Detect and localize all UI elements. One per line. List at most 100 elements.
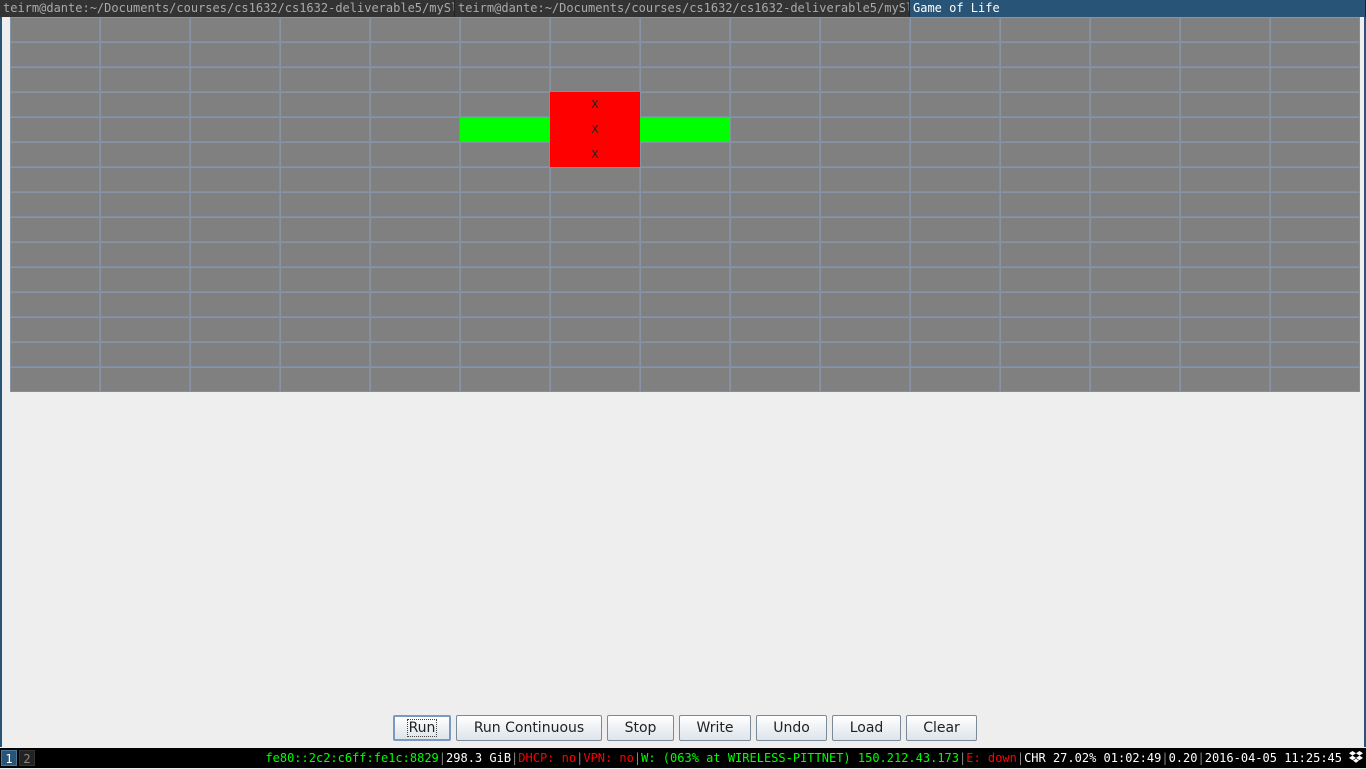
grid-cell[interactable]	[280, 192, 370, 217]
grid-cell[interactable]	[370, 367, 460, 392]
grid-cell[interactable]	[1000, 117, 1090, 142]
grid-cell[interactable]	[640, 142, 730, 167]
grid-cell[interactable]	[730, 42, 820, 67]
grid-cell[interactable]	[370, 167, 460, 192]
grid-cell[interactable]	[460, 367, 550, 392]
grid-cell[interactable]	[730, 142, 820, 167]
grid-cell[interactable]	[1180, 92, 1270, 117]
grid-cell[interactable]	[550, 217, 640, 242]
grid-cell[interactable]	[1090, 267, 1180, 292]
grid-cell[interactable]	[1000, 67, 1090, 92]
grid-cell[interactable]	[280, 117, 370, 142]
grid-cell[interactable]	[820, 342, 910, 367]
grid-cell[interactable]	[1180, 217, 1270, 242]
grid-cell[interactable]	[370, 42, 460, 67]
grid-cell[interactable]	[1270, 17, 1360, 42]
grid-cell[interactable]	[190, 17, 280, 42]
grid-cell[interactable]	[10, 267, 100, 292]
grid-cell[interactable]	[1180, 242, 1270, 267]
grid-cell[interactable]	[460, 42, 550, 67]
grid-cell[interactable]	[910, 267, 1000, 292]
grid-cell[interactable]	[1270, 192, 1360, 217]
grid-cell[interactable]	[640, 292, 730, 317]
grid-cell[interactable]	[550, 267, 640, 292]
grid-cell[interactable]	[10, 117, 100, 142]
grid-cell[interactable]	[1270, 117, 1360, 142]
grid-cell[interactable]	[1180, 42, 1270, 67]
grid-cell[interactable]	[1180, 192, 1270, 217]
grid-cell[interactable]	[460, 192, 550, 217]
grid-cell[interactable]	[460, 342, 550, 367]
grid-cell[interactable]	[280, 342, 370, 367]
grid-cell[interactable]	[910, 192, 1000, 217]
grid-cell[interactable]	[460, 267, 550, 292]
grid-cell[interactable]	[1270, 367, 1360, 392]
grid-cell[interactable]	[190, 117, 280, 142]
grid-cell[interactable]	[190, 342, 280, 367]
grid-cell[interactable]	[280, 42, 370, 67]
grid-cell[interactable]	[640, 117, 730, 142]
grid-cell[interactable]: X	[550, 117, 640, 142]
grid-cell[interactable]: X	[550, 92, 640, 117]
workspace-1-button[interactable]: 1	[1, 750, 17, 766]
grid-cell[interactable]	[730, 367, 820, 392]
grid-cell[interactable]	[640, 317, 730, 342]
grid-cell[interactable]	[460, 167, 550, 192]
grid-cell[interactable]	[100, 92, 190, 117]
grid-cell[interactable]	[550, 367, 640, 392]
grid-cell[interactable]	[1090, 292, 1180, 317]
grid-cell[interactable]	[280, 217, 370, 242]
grid-cell[interactable]	[190, 42, 280, 67]
grid-cell[interactable]	[910, 17, 1000, 42]
grid-cell[interactable]	[1180, 67, 1270, 92]
write-button[interactable]: Write	[679, 715, 751, 741]
grid-cell[interactable]: X	[550, 142, 640, 167]
grid-cell[interactable]	[190, 67, 280, 92]
grid-cell[interactable]	[1180, 167, 1270, 192]
grid-cell[interactable]	[1090, 367, 1180, 392]
grid-cell[interactable]	[1270, 167, 1360, 192]
grid-cell[interactable]	[1090, 242, 1180, 267]
grid-cell[interactable]	[820, 142, 910, 167]
grid-cell[interactable]	[370, 317, 460, 342]
grid-cell[interactable]	[910, 217, 1000, 242]
undo-button[interactable]: Undo	[756, 715, 827, 741]
grid-cell[interactable]	[280, 292, 370, 317]
grid-cell[interactable]	[10, 192, 100, 217]
grid-cell[interactable]	[820, 192, 910, 217]
dropbox-icon[interactable]	[1348, 750, 1364, 766]
grid-cell[interactable]	[1090, 167, 1180, 192]
grid-cell[interactable]	[190, 317, 280, 342]
grid-cell[interactable]	[1000, 317, 1090, 342]
grid-cell[interactable]	[190, 92, 280, 117]
grid-cell[interactable]	[1000, 217, 1090, 242]
grid-cell[interactable]	[10, 217, 100, 242]
grid-cell[interactable]	[10, 42, 100, 67]
grid-cell[interactable]	[370, 67, 460, 92]
grid-cell[interactable]	[10, 317, 100, 342]
grid-cell[interactable]	[1180, 317, 1270, 342]
grid-cell[interactable]	[10, 142, 100, 167]
grid-cell[interactable]	[1180, 17, 1270, 42]
grid-cell[interactable]	[910, 342, 1000, 367]
grid-cell[interactable]	[550, 292, 640, 317]
grid-cell[interactable]	[100, 242, 190, 267]
grid-cell[interactable]	[10, 92, 100, 117]
grid-cell[interactable]	[730, 292, 820, 317]
grid-cell[interactable]	[820, 67, 910, 92]
grid-cell[interactable]	[190, 267, 280, 292]
grid-cell[interactable]	[100, 167, 190, 192]
grid-cell[interactable]	[730, 167, 820, 192]
grid-cell[interactable]	[280, 67, 370, 92]
grid-cell[interactable]	[550, 167, 640, 192]
grid-cell[interactable]	[1000, 242, 1090, 267]
grid-cell[interactable]	[1270, 92, 1360, 117]
grid-cell[interactable]	[1270, 142, 1360, 167]
grid-cell[interactable]	[280, 367, 370, 392]
grid-cell[interactable]	[1270, 267, 1360, 292]
grid-cell[interactable]	[820, 92, 910, 117]
grid-cell[interactable]	[370, 342, 460, 367]
grid-cell[interactable]	[910, 167, 1000, 192]
grid-cell[interactable]	[640, 217, 730, 242]
grid-cell[interactable]	[640, 67, 730, 92]
